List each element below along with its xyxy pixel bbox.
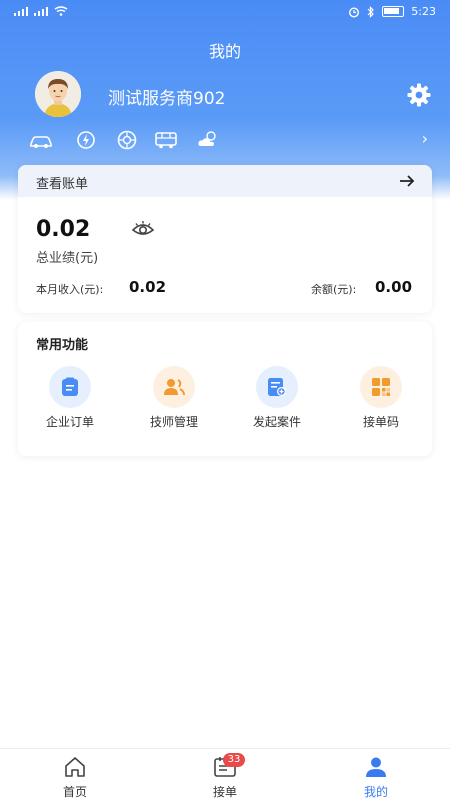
- weather-icon[interactable]: [196, 128, 222, 152]
- technician-management-button[interactable]: 技师管理: [134, 366, 214, 436]
- chevron-right-icon[interactable]: ›: [422, 129, 428, 148]
- quick-icons-row: ›: [28, 128, 428, 152]
- battery-icon: [382, 6, 405, 17]
- signal-icon: [34, 6, 50, 16]
- home-icon: [65, 757, 85, 777]
- username: 测试服务商902: [108, 89, 226, 109]
- initiate-case-button[interactable]: 发起案件: [237, 366, 317, 436]
- status-bar: 5:23: [0, 0, 450, 26]
- month-income-value: 0.02: [129, 278, 167, 296]
- tab-home-label: 首页: [62, 785, 87, 799]
- initiate-case-label: 发起案件: [252, 415, 301, 429]
- tab-mine[interactable]: 我的: [336, 753, 416, 799]
- tire-icon[interactable]: [114, 128, 140, 152]
- common-functions-card: 常用功能 企业订单 技师管理 发起案件 接单码: [18, 322, 432, 456]
- order-qrcode-button[interactable]: 接单码: [341, 366, 421, 436]
- technician-management-label: 技师管理: [149, 415, 198, 429]
- tab-mine-label: 我的: [363, 785, 388, 799]
- status-time: 5:23: [411, 5, 436, 18]
- order-qrcode-label: 接单码: [362, 415, 399, 429]
- alarm-icon: [349, 6, 360, 18]
- gear-icon[interactable]: [406, 82, 432, 108]
- bus-icon[interactable]: [153, 128, 179, 152]
- view-bill-row[interactable]: 查看账单: [18, 165, 432, 197]
- page-title: 我的: [208, 42, 241, 61]
- balance-label: 余额(元):: [311, 283, 357, 296]
- case-icon: [256, 366, 298, 408]
- technician-icon: [153, 366, 195, 408]
- signal-icon: [14, 6, 30, 16]
- status-right: 5:23: [348, 5, 436, 18]
- orders-badge: 33: [223, 753, 245, 767]
- view-bill-label: 查看账单: [36, 177, 89, 192]
- status-indicators: [14, 6, 68, 16]
- lightning-icon[interactable]: [73, 128, 99, 152]
- arrow-right-icon[interactable]: [398, 172, 416, 190]
- bluetooth-icon: [367, 5, 375, 18]
- common-functions-title: 常用功能: [36, 338, 89, 353]
- user-icon: [366, 757, 386, 777]
- avatar[interactable]: [35, 71, 81, 117]
- qrcode-icon: [360, 366, 402, 408]
- bill-card: 查看账单 0.02 总业绩(元) 本月收入(元): 0.02 余额(元): 0.…: [18, 165, 432, 313]
- tab-orders[interactable]: 33 接单: [185, 753, 265, 799]
- order-icon: [49, 366, 91, 408]
- balance-value: 0.00: [375, 278, 413, 296]
- wifi-icon: [54, 6, 68, 16]
- tab-home[interactable]: 首页: [35, 753, 115, 799]
- tab-orders-label: 接单: [212, 785, 237, 799]
- enterprise-orders-label: 企业订单: [45, 415, 94, 429]
- total-amount: 0.02: [36, 217, 91, 242]
- car-icon[interactable]: [28, 128, 54, 152]
- enterprise-orders-button[interactable]: 企业订单: [30, 366, 110, 436]
- eye-icon[interactable]: [131, 219, 155, 239]
- bottom-tab-bar: 首页 33 接单 我的: [0, 748, 450, 800]
- month-income-label: 本月收入(元):: [36, 283, 104, 296]
- total-amount-label: 总业绩(元): [36, 251, 99, 266]
